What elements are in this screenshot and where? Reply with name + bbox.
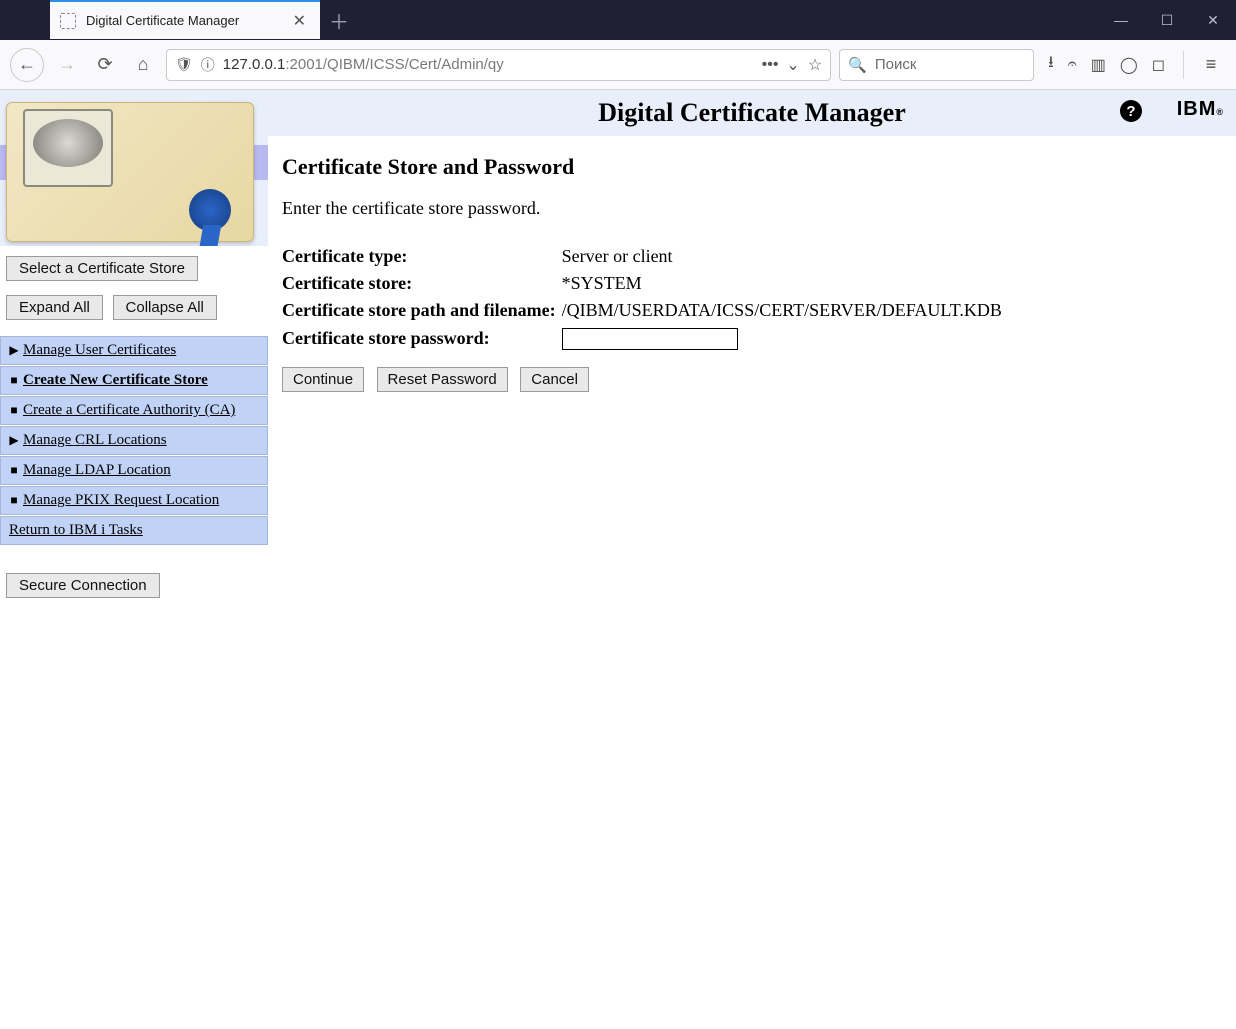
tab-favicon [60,13,76,29]
expand-all-button[interactable]: Expand All [6,295,103,320]
shield-icon[interactable]: 🛡 [175,56,193,73]
cert-type-label: Certificate type: [282,243,562,270]
sidebar-hero-image [0,90,268,246]
triangle-icon: ▶ [9,433,19,448]
sidebar-item-manage-pkix-request-location[interactable]: ■ Manage PKIX Request Location [0,486,268,515]
cert-store-label: Certificate store: [282,270,562,297]
window-titlebar: Digital Certificate Manager ✕ ＋ — ☐ ✕ [0,0,1236,40]
cert-type-value: Server or client [562,243,1008,270]
library-icon[interactable]: 𝄐 [1068,56,1077,74]
window-minimize-icon[interactable]: — [1098,0,1144,40]
sidebar-item-create-ca[interactable]: ■ Create a Certificate Authority (CA) [0,396,268,425]
search-placeholder: Поиск [875,56,917,73]
reset-password-button[interactable]: Reset Password [377,367,508,392]
account-icon[interactable]: ◯ [1120,55,1138,75]
sidebar-item-return-ibm-tasks[interactable]: Return to IBM i Tasks [0,516,268,545]
sidebar-nav-list: ▶ Manage User Certificates ■ Create New … [0,336,268,545]
sidebar-item-manage-user-certificates[interactable]: ▶ Manage User Certificates [0,336,268,365]
sidebar-item-label[interactable]: Create New Certificate Store [23,372,208,389]
collapse-all-button[interactable]: Collapse All [113,295,217,320]
cert-store-value: *SYSTEM [562,270,1008,297]
home-button[interactable]: ⌂ [128,50,158,80]
intro-text: Enter the certificate store password. [282,198,1222,219]
sidebar-item-create-new-certificate-store[interactable]: ■ Create New Certificate Store [0,366,268,395]
toolbar-divider [1183,51,1184,79]
sidebar: Select a Certificate Store Expand All Co… [0,90,268,1029]
page-header: Digital Certificate Manager ? IBM® [268,90,1236,136]
button-row: Continue Reset Password Cancel [282,363,1222,396]
triangle-icon: ▶ [9,343,19,358]
cert-path-label: Certificate store path and filename: [282,297,562,324]
sidebar-item-manage-crl-locations[interactable]: ▶ Manage CRL Locations [0,426,268,455]
forward-button: → [52,50,82,80]
sidebar-item-label[interactable]: Create a Certificate Authority (CA) [23,402,235,419]
address-bar[interactable]: 🛡 ⓘ 127.0.0.1:2001/QIBM/ICSS/Cert/Admin/… [166,49,831,81]
sidebar-item-label[interactable]: Manage LDAP Location [23,462,171,479]
sidebar-item-label[interactable]: Manage PKIX Request Location [23,492,219,509]
page-actions-icon[interactable]: ••• [762,56,779,74]
content-heading: Certificate Store and Password [282,154,1222,180]
downloads-icon[interactable]: ⭳ [1048,51,1054,78]
cancel-button[interactable]: Cancel [520,367,589,392]
cert-password-label: Certificate store password: [282,324,562,353]
help-icon[interactable]: ? [1120,100,1142,122]
cert-password-input[interactable] [562,328,738,350]
ibm-logo: IBM® [1177,98,1224,121]
page-body: Select a Certificate Store Expand All Co… [0,90,1236,1029]
sidebar-item-label[interactable]: Manage User Certificates [23,342,176,359]
sidebar-item-label[interactable]: Return to IBM i Tasks [9,522,143,539]
square-icon: ■ [9,493,19,508]
close-tab-icon[interactable]: ✕ [289,11,310,31]
back-button[interactable]: ← [10,48,44,82]
toolbar-icons: ⭳ 𝄐 ▥ ◯ ◻ [1048,51,1165,78]
search-bar[interactable]: 🔍 Поиск [839,49,1034,81]
continue-button[interactable]: Continue [282,367,364,392]
window-close-icon[interactable]: ✕ [1190,0,1236,40]
browser-tab[interactable]: Digital Certificate Manager ✕ [50,0,320,39]
content-area: Certificate Store and Password Enter the… [268,136,1236,414]
new-tab-button[interactable]: ＋ [320,0,358,40]
search-icon: 🔍 [848,56,867,74]
site-info-icon[interactable]: ⓘ [201,55,215,75]
sidebar-item-manage-ldap-location[interactable]: ■ Manage LDAP Location [0,456,268,485]
main-column: Digital Certificate Manager ? IBM® Certi… [268,90,1236,1029]
square-icon: ■ [9,403,19,418]
window-controls: — ☐ ✕ [1098,0,1236,40]
url-text: 127.0.0.1:2001/QIBM/ICSS/Cert/Admin/qy [223,56,754,73]
select-certificate-store-button[interactable]: Select a Certificate Store [6,256,198,281]
cert-info-table: Certificate type: Server or client Certi… [282,243,1008,353]
browser-toolbar: ← → ⟳ ⌂ 🛡 ⓘ 127.0.0.1:2001/QIBM/ICSS/Cer… [0,40,1236,90]
extension-icon[interactable]: ◻ [1152,55,1165,75]
bookmark-star-icon[interactable]: ☆ [808,55,822,75]
hamburger-menu-icon[interactable]: ≡ [1196,54,1226,75]
sidebar-icon[interactable]: ▥ [1091,55,1106,75]
sidebar-item-label[interactable]: Manage CRL Locations [23,432,167,449]
cert-path-value: /QIBM/USERDATA/ICSS/CERT/SERVER/DEFAULT.… [562,297,1008,324]
reload-button[interactable]: ⟳ [90,50,120,80]
secure-connection-button[interactable]: Secure Connection [6,573,160,598]
tab-title: Digital Certificate Manager [86,13,279,28]
pocket-icon[interactable]: ⌄ [786,55,799,75]
square-icon: ■ [9,463,19,478]
window-maximize-icon[interactable]: ☐ [1144,0,1190,40]
page-title: Digital Certificate Manager [598,98,906,128]
square-icon: ■ [9,373,19,388]
